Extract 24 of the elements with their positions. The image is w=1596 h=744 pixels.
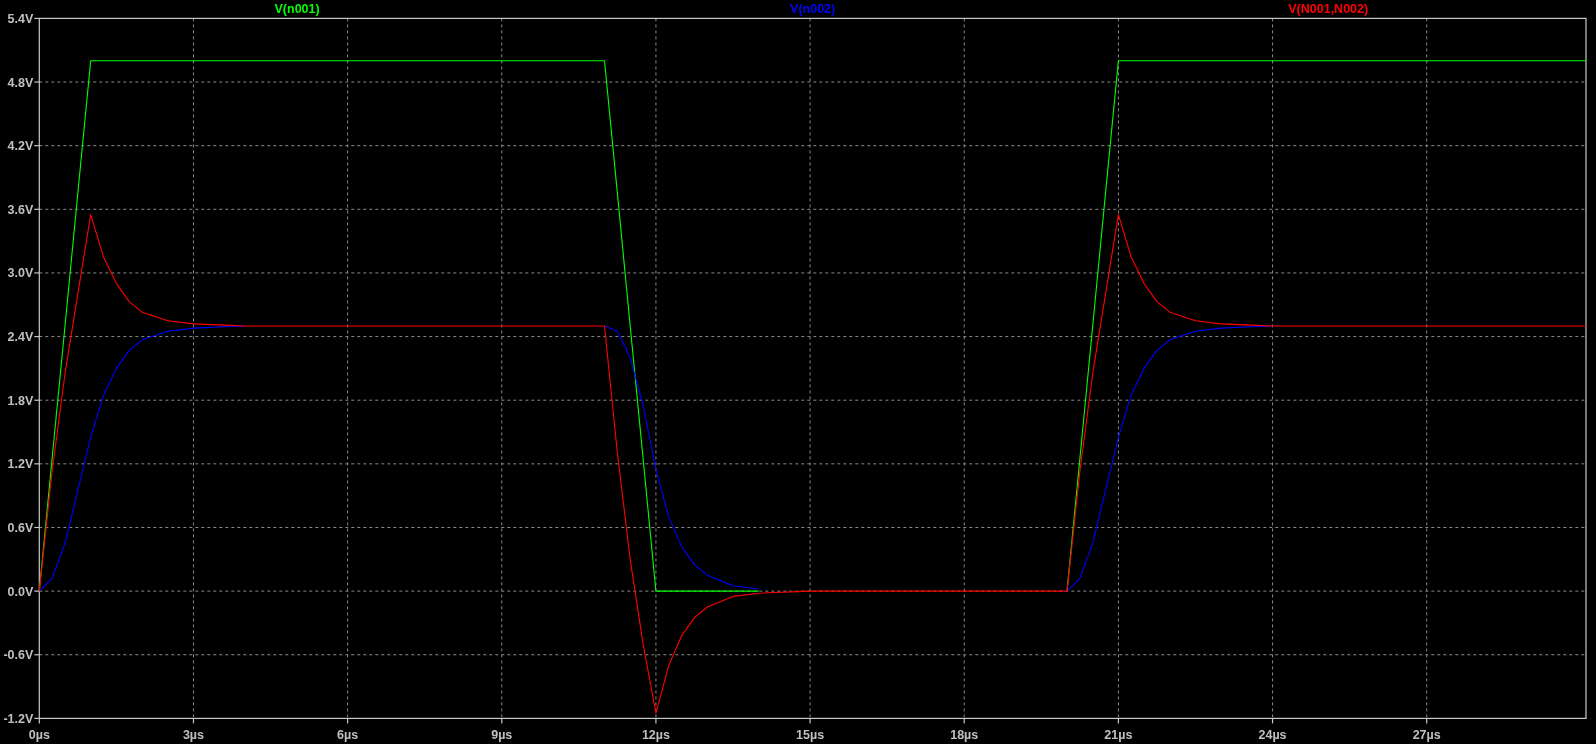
x-tick-label: 24µs [1258, 728, 1287, 742]
x-tick-label: 9µs [491, 728, 513, 742]
trace-label[interactable]: V(n001) [274, 2, 320, 16]
y-tick-label: 3.0V [7, 266, 34, 281]
y-tick-label: 1.2V [7, 457, 34, 472]
trace-label[interactable]: V(N001,N002) [1288, 2, 1369, 16]
y-tick-label: -1.2V [3, 711, 34, 726]
x-tick-label: 15µs [796, 728, 825, 742]
y-tick-label: 1.8V [7, 393, 34, 408]
x-tick-label: 0µs [28, 728, 50, 742]
x-tick-label: 21µs [1104, 728, 1133, 742]
x-tick-label: 18µs [950, 728, 979, 742]
y-tick-label: 4.8V [7, 75, 34, 90]
x-tick-label: 12µs [641, 728, 670, 742]
y-tick-label: 0.6V [7, 521, 34, 535]
x-tick-label: 27µs [1412, 728, 1441, 742]
y-tick-label: 5.4V [7, 11, 34, 26]
x-tick-label: 6µs [337, 728, 359, 742]
y-tick-label: 3.6V [7, 202, 34, 217]
y-tick-label: -0.6V [3, 648, 34, 663]
y-tick-label: 0.0V [7, 584, 34, 599]
y-tick-label: 2.4V [7, 330, 34, 345]
x-tick-label: 3µs [182, 728, 204, 742]
y-tick-label: 4.2V [7, 139, 34, 154]
